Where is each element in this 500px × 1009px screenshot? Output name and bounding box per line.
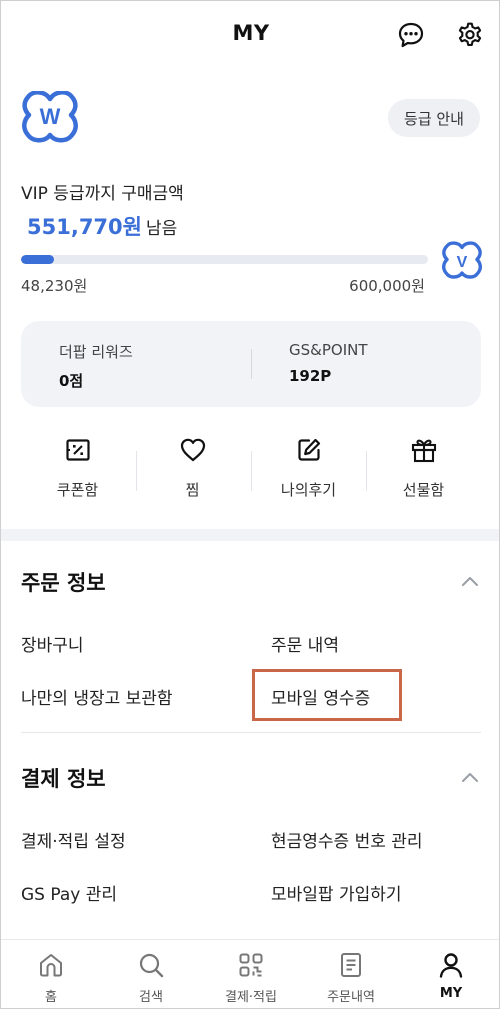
points-label: 더팝 리워즈: [59, 343, 133, 361]
quick-label: 선물함: [402, 481, 445, 499]
payment-grid-icon: [239, 953, 263, 977]
quick-wishlist[interactable]: 찜: [135, 429, 250, 509]
nav-home[interactable]: 홈: [1, 940, 101, 1008]
nav-label: 홈: [45, 990, 57, 1005]
remaining-suffix: 남음: [145, 219, 178, 239]
chevron-up-icon[interactable]: [457, 569, 483, 595]
svg-text:W: W: [40, 104, 61, 129]
points-card: 더팝 리워즈 0점 GS&POINT 192P: [21, 321, 481, 407]
points-divider: [251, 349, 252, 379]
order-list-icon: [341, 953, 361, 977]
gear-icon: [458, 22, 482, 46]
home-icon: [40, 954, 62, 977]
person-icon: [439, 953, 463, 978]
vip-target-label: VIP 등급까지 구매금액: [21, 184, 184, 204]
grade-guide-button[interactable]: 등급 안내: [388, 99, 480, 137]
section-gap: [1, 529, 499, 541]
quick-menu: 쿠폰함 찜 나의후기 선물함: [1, 429, 499, 509]
remaining-amount-row: 551,770원 남음: [27, 211, 177, 241]
order-history-link[interactable]: 주문 내역: [271, 631, 339, 656]
points-value: 192P: [289, 367, 332, 385]
quick-label: 나의후기: [280, 481, 337, 499]
quick-gift-box[interactable]: 선물함: [366, 429, 481, 509]
chevron-up-icon[interactable]: [457, 765, 483, 791]
quick-coupon[interactable]: 쿠폰함: [20, 429, 135, 509]
quick-my-reviews[interactable]: 나의후기: [251, 429, 366, 509]
app-screen: MY W 등급 안내 VIP 등급까지 구매금액 551,770원 남음 48,…: [0, 0, 500, 1009]
nav-label: 결제·적립: [225, 990, 277, 1005]
points-gs-point[interactable]: GS&POINT 192P: [289, 341, 368, 385]
remaining-amount: 551,770원: [27, 215, 142, 239]
top-header: MY: [1, 1, 499, 69]
gift-icon: [411, 439, 436, 463]
heart-icon: [180, 438, 205, 462]
mobile-pop-signup-link[interactable]: 모바일팝 가입하기: [271, 880, 402, 905]
search-icon: [139, 953, 164, 978]
nav-label: 검색: [139, 990, 163, 1005]
my-fridge-storage-link[interactable]: 나만의 냉장고 보관함: [21, 684, 173, 709]
nav-payment[interactable]: 결제·적립: [201, 940, 301, 1008]
gs-pay-manage-link[interactable]: GS Pay 관리: [21, 880, 117, 905]
chat-bubble-icon: [398, 22, 424, 48]
points-value: 0점: [59, 372, 84, 390]
vip-badge-icon: V: [442, 241, 482, 279]
quick-label: 찜: [185, 481, 200, 499]
grade-progress-fill: [21, 255, 54, 264]
order-section-title: 주문 정보: [21, 571, 106, 595]
bottom-navigation: 홈 검색 결제·적립 주문내역 MY: [1, 939, 499, 1008]
cash-receipt-number-link[interactable]: 현금영수증 번호 관리: [271, 827, 423, 852]
points-rewards[interactable]: 더팝 리워즈 0점: [59, 341, 133, 391]
settings-button[interactable]: [454, 19, 486, 51]
payment-points-settings-link[interactable]: 결제·적립 설정: [21, 827, 126, 852]
coupon-icon: [65, 439, 90, 461]
nav-label: MY: [439, 986, 463, 1001]
grade-progress-bar: [21, 255, 428, 264]
review-pencil-icon: [297, 438, 320, 461]
section-divider: [21, 732, 481, 733]
points-label: GS&POINT: [289, 341, 368, 359]
chat-button[interactable]: [395, 19, 427, 51]
nav-label: 주문내역: [327, 990, 375, 1005]
cart-link[interactable]: 장바구니: [21, 631, 84, 656]
target-amount: 600,000원: [349, 277, 425, 295]
quick-label: 쿠폰함: [56, 481, 99, 499]
highlight-box: [252, 669, 402, 721]
membership-w-logo: W: [22, 91, 78, 143]
nav-my[interactable]: MY: [401, 940, 499, 1008]
payment-section-title: 결제 정보: [21, 767, 106, 791]
svg-text:V: V: [457, 254, 468, 271]
nav-search[interactable]: 검색: [101, 940, 201, 1008]
current-amount: 48,230원: [21, 277, 88, 295]
nav-order-history[interactable]: 주문내역: [301, 940, 401, 1008]
